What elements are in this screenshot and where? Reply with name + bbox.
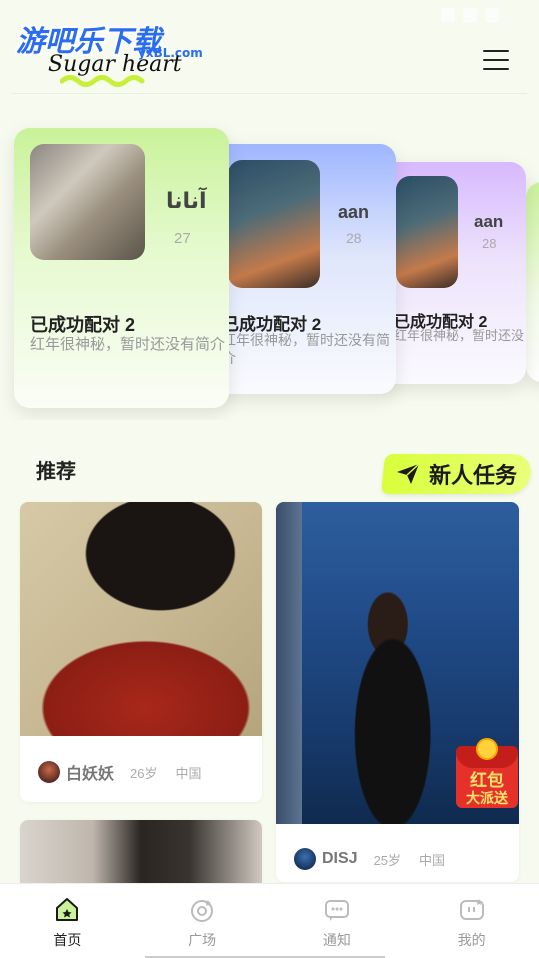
app-logo: 游吧乐下载 yxBL.com Sugar heart xyxy=(14,16,203,87)
feed-card[interactable]: 白妖妖 26岁 中国 xyxy=(20,502,262,802)
avatar xyxy=(294,848,316,870)
menu-bar xyxy=(483,68,509,70)
feed-card[interactable]: DISJ 25岁 中国 xyxy=(276,502,519,882)
window-frame xyxy=(276,502,302,824)
tab-notifications[interactable]: 通知 xyxy=(270,884,405,958)
feed-card-meta: 白妖妖 26岁 中国 xyxy=(20,760,262,784)
feed-card-location: 中国 xyxy=(175,765,202,781)
match-card-photo xyxy=(228,160,320,288)
match-card-photo xyxy=(30,144,145,260)
feed-card-meta: DISJ 25岁 中国 xyxy=(276,848,519,870)
header-divider xyxy=(12,93,527,94)
match-card[interactable]: aan 28 已成功配对 2 红年很神秘，暂时还没有简介 xyxy=(200,144,396,394)
match-card-age: 28 xyxy=(346,230,362,246)
newbie-task-label: 新人任务 xyxy=(429,463,518,488)
section-title-recommend: 推荐 xyxy=(36,461,76,483)
paper-plane-icon xyxy=(397,463,420,484)
feed-card-location: 中国 xyxy=(419,852,446,868)
tab-label: 通知 xyxy=(322,932,351,948)
match-card-age: 27 xyxy=(174,230,191,247)
feed-card-photo xyxy=(20,502,262,736)
match-card-desc: 红年很神秘，暂时还没有简介 xyxy=(394,328,524,343)
coin-icon xyxy=(476,738,498,760)
match-card-desc: 红年很神秘，暂时还没有简介 xyxy=(222,332,390,366)
signal-icon xyxy=(463,8,477,22)
status-bar-icons xyxy=(441,8,499,22)
feed-card-age: 26岁 xyxy=(130,765,158,781)
feed-card-name: DISJ xyxy=(322,850,358,867)
menu-bar xyxy=(483,50,509,52)
tab-home[interactable]: 首页 xyxy=(0,884,135,958)
match-card-photo xyxy=(396,176,458,288)
menu-bar xyxy=(483,59,509,61)
bottom-tab-bar: 首页 广场 通知 我的 xyxy=(0,883,539,958)
match-card-peek[interactable] xyxy=(526,182,539,382)
red-packet-button[interactable]: 红包 大派送 xyxy=(454,738,520,810)
match-card-carousel[interactable]: آنانا 27 已成功配对 2 红年很神秘，暂时还没有简介 aan 28 已成… xyxy=(0,120,539,420)
battery-icon xyxy=(485,8,499,22)
tab-label: 首页 xyxy=(53,932,82,948)
match-card-title: 已成功配对 2 xyxy=(30,315,136,335)
menu-button[interactable] xyxy=(483,50,509,72)
feed-card-name: 白妖妖 xyxy=(66,766,115,783)
profile-icon xyxy=(459,899,484,920)
message-icon xyxy=(324,900,349,921)
wifi-icon xyxy=(441,8,455,22)
match-card-age: 28 xyxy=(482,236,497,251)
tab-profile[interactable]: 我的 xyxy=(404,884,539,958)
plaza-icon xyxy=(191,900,214,922)
newbie-task-button[interactable]: 新人任务 xyxy=(380,454,534,494)
match-card-name: aan xyxy=(474,212,504,231)
match-card-name: آنانا xyxy=(166,188,207,213)
red-packet-line2: 大派送 xyxy=(466,790,508,806)
logo-heart-squiggle-icon xyxy=(60,75,145,87)
match-card[interactable]: آنانا 27 已成功配对 2 红年很神秘，暂时还没有简介 xyxy=(14,128,229,408)
tab-label: 广场 xyxy=(188,932,217,948)
match-card-desc: 红年很神秘，暂时还没有简介 xyxy=(30,336,226,353)
home-icon xyxy=(56,898,79,921)
feed-card-age: 25岁 xyxy=(373,852,402,868)
tab-plaza[interactable]: 广场 xyxy=(135,884,270,958)
avatar xyxy=(38,761,60,783)
tab-label: 我的 xyxy=(457,932,486,948)
match-card-name: aan xyxy=(338,202,370,222)
